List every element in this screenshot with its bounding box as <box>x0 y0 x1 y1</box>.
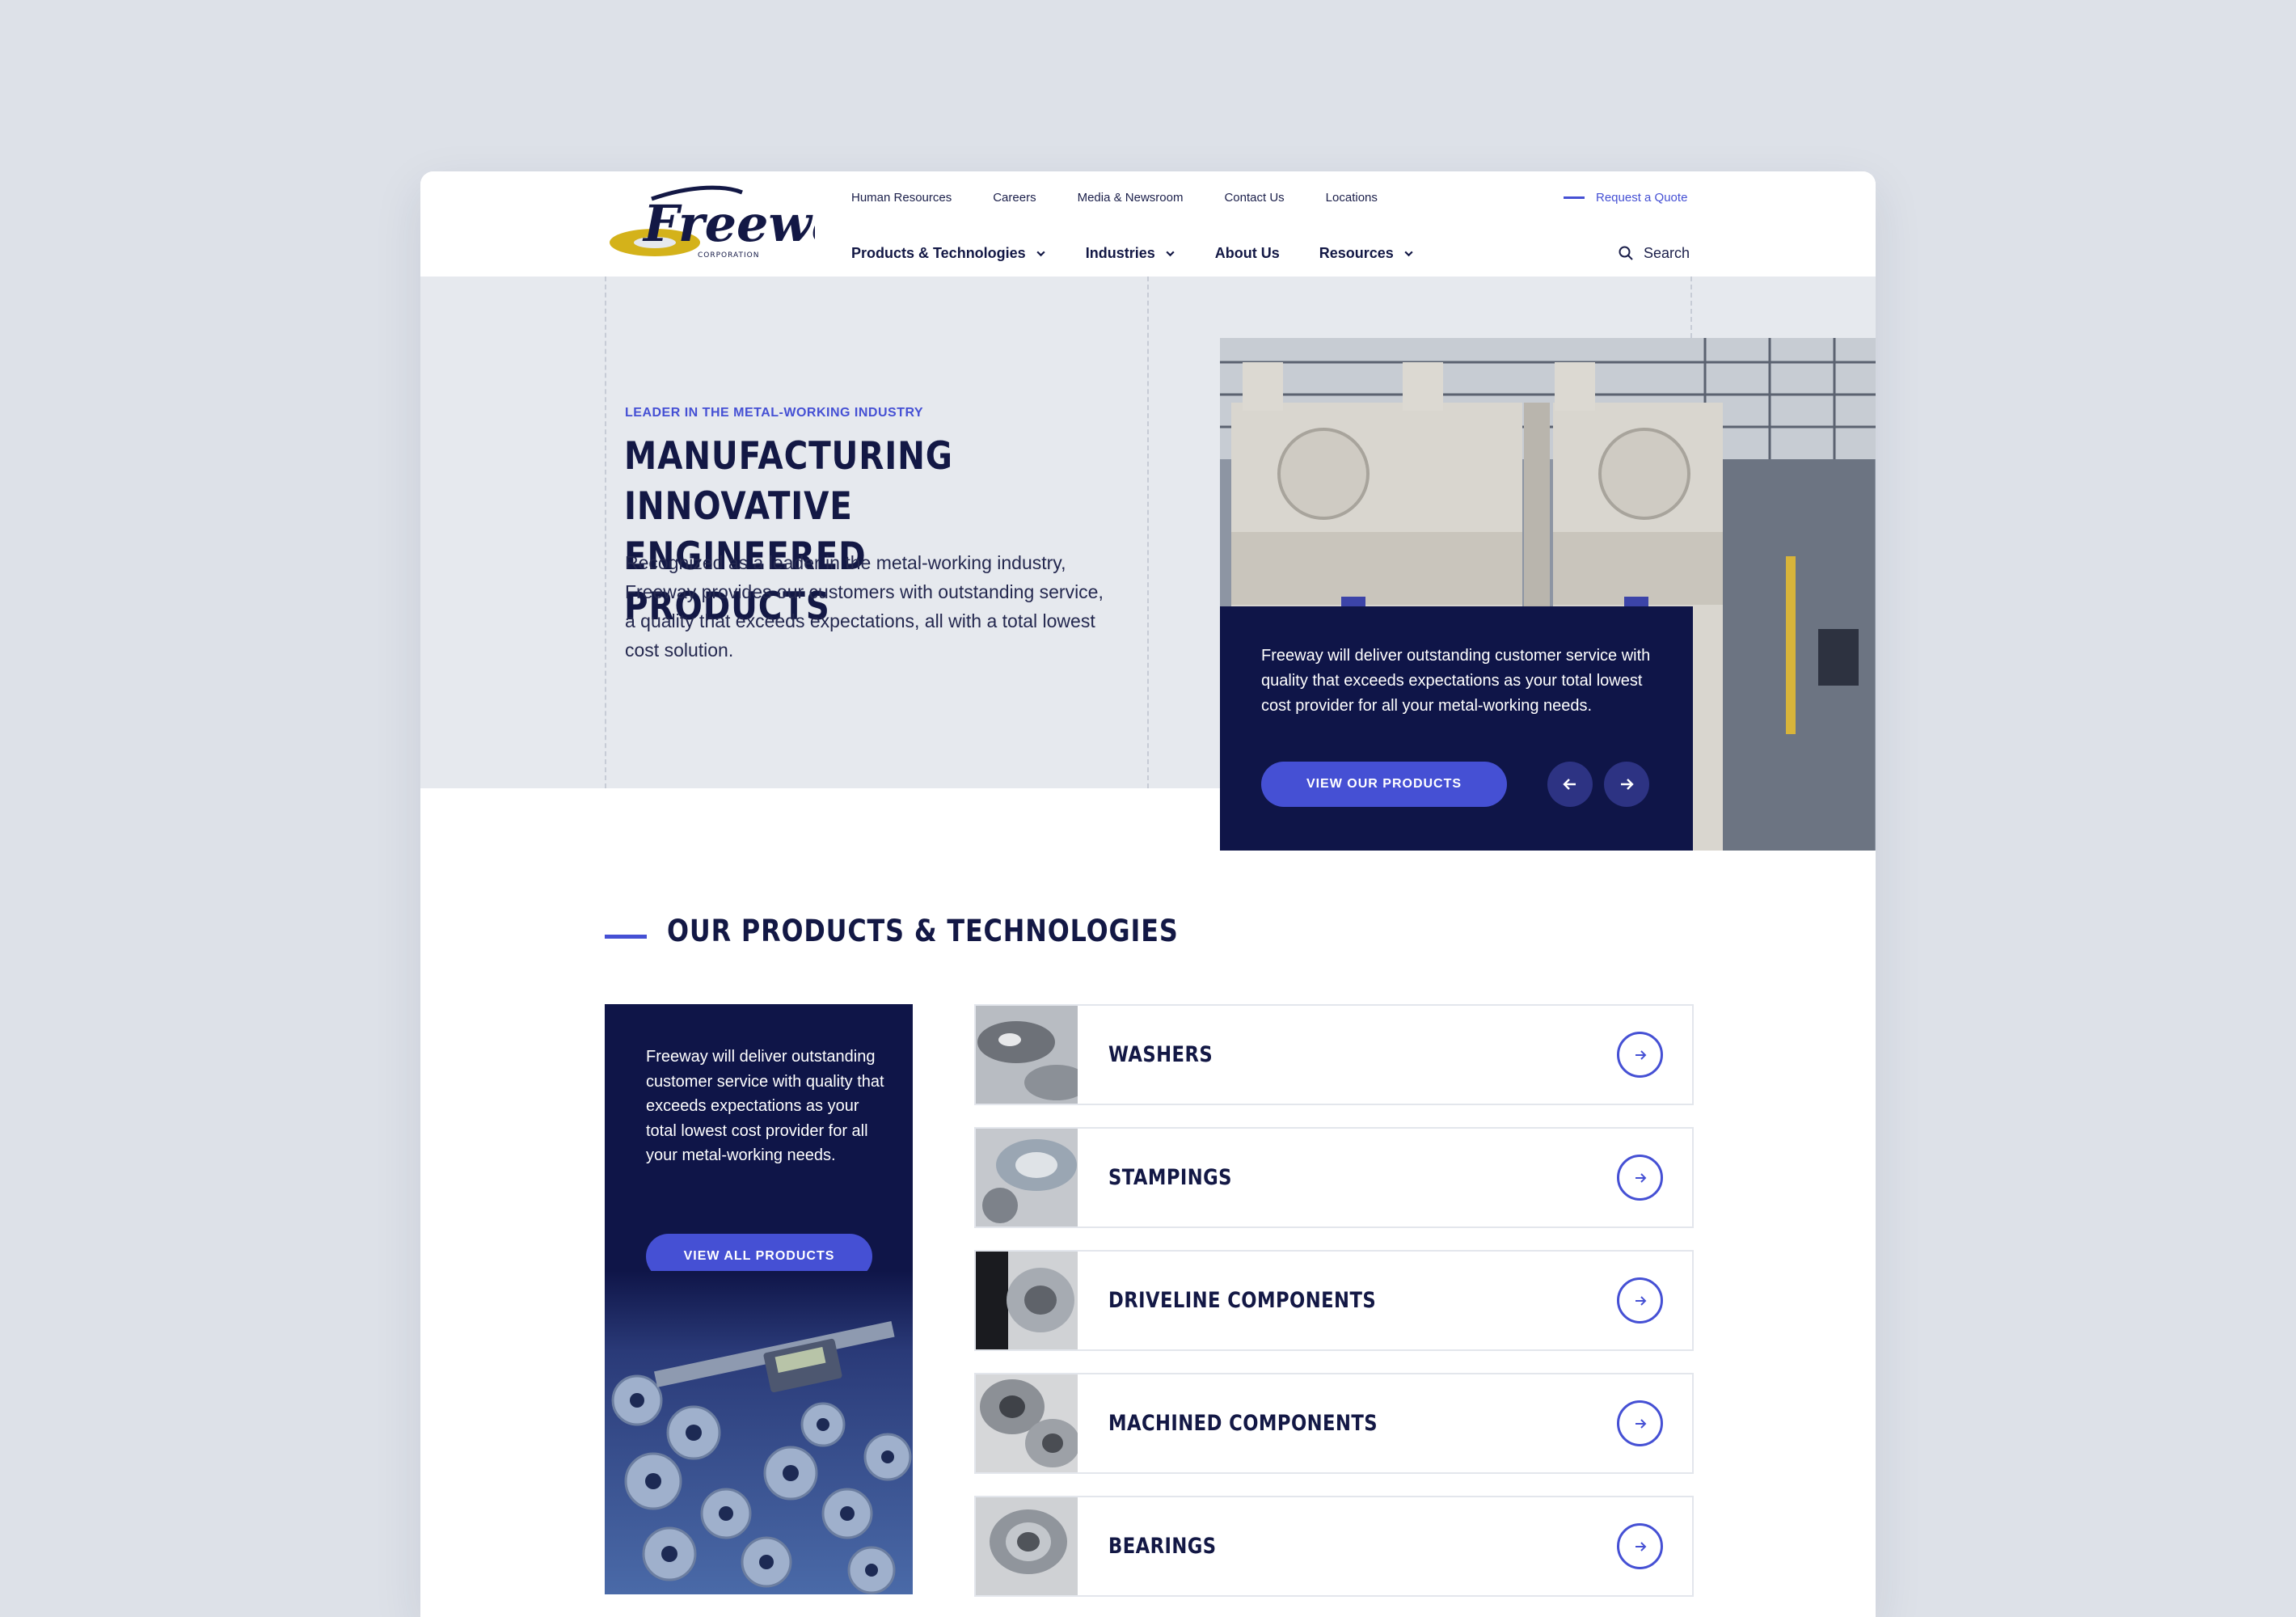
browser-frame: Freeway CORPORATION Human Resources Care… <box>420 171 1876 1617</box>
products-section-title: OUR PRODUCTS & TECHNOLOGIES <box>667 914 1179 948</box>
hero-body: Recognized as a leader in the metal-work… <box>625 552 1104 661</box>
products-promo-card: Freeway will deliver outstanding custome… <box>605 1004 913 1594</box>
product-label: BEARINGS <box>1108 1534 1217 1559</box>
chevron-down-icon <box>1166 251 1175 256</box>
chevron-down-icon <box>1404 251 1413 256</box>
nav-item-industries[interactable]: Industries <box>1086 245 1175 262</box>
util-link-careers[interactable]: Careers <box>993 191 1036 205</box>
promo-text: Freeway will deliver outstanding custome… <box>646 1048 884 1164</box>
nav-item-about-us[interactable]: About Us <box>1215 245 1280 262</box>
chevron-down-icon <box>1036 251 1045 256</box>
arrow-right-icon <box>1635 1172 1646 1183</box>
product-row-bearings[interactable]: BEARINGS <box>974 1496 1694 1597</box>
product-row-driveline-components[interactable]: DRIVELINE COMPONENTS <box>974 1250 1694 1351</box>
grid-guide-line <box>605 277 606 788</box>
product-row-stampings[interactable]: STAMPINGS <box>974 1127 1694 1228</box>
product-row-washers[interactable]: WASHERS <box>974 1004 1694 1105</box>
search-label: Search <box>1644 244 1690 261</box>
carousel-prev-button[interactable] <box>1547 762 1593 807</box>
nav-label: Industries <box>1085 244 1155 261</box>
arrow-right-icon <box>1635 1418 1646 1429</box>
section-accent-line <box>605 935 647 939</box>
main-nav: Products & Technologies Industries About… <box>851 233 1414 273</box>
request-quote-link[interactable]: Request a Quote <box>1564 181 1687 213</box>
search-button[interactable]: Search <box>1618 233 1690 273</box>
nav-item-resources[interactable]: Resources <box>1319 245 1414 262</box>
hero-card: Freeway will deliver outstanding custome… <box>1220 606 1693 851</box>
product-arrow-button[interactable] <box>1617 1277 1663 1324</box>
arrow-right-icon <box>1621 779 1634 790</box>
hero-card-text: Freeway will deliver outstanding custome… <box>1261 647 1651 715</box>
quote-accent-line <box>1564 196 1585 199</box>
hero-eyebrow: LEADER IN THE METAL-WORKING INDUSTRY <box>625 406 924 420</box>
driveline-thumbnail <box>976 1252 1078 1349</box>
util-link-locations[interactable]: Locations <box>1326 191 1378 205</box>
stampings-thumbnail <box>976 1129 1078 1226</box>
util-link-media-newsroom[interactable]: Media & Newsroom <box>1078 191 1184 205</box>
bearings-thumbnail <box>976 1497 1078 1595</box>
nav-label: Products & Technologies <box>851 244 1026 261</box>
util-link-human-resources[interactable]: Human Resources <box>851 191 952 205</box>
washers-caliper-image <box>605 1271 913 1594</box>
product-label: STAMPINGS <box>1108 1165 1232 1190</box>
logo-wordmark: Freeway <box>642 194 815 253</box>
logo-subtext: CORPORATION <box>698 251 759 260</box>
machined-thumbnail <box>976 1374 1078 1472</box>
product-arrow-button[interactable] <box>1617 1523 1663 1569</box>
product-label: DRIVELINE COMPONENTS <box>1108 1288 1377 1313</box>
arrow-left-icon <box>1563 779 1576 790</box>
arrow-right-icon <box>1635 1541 1646 1552</box>
arrow-right-icon <box>1635 1295 1646 1306</box>
site-header: Freeway CORPORATION Human Resources Care… <box>420 171 1876 277</box>
product-label: WASHERS <box>1108 1042 1213 1067</box>
arrow-right-icon <box>1635 1049 1646 1060</box>
product-arrow-button[interactable] <box>1617 1400 1663 1446</box>
request-quote-label: Request a Quote <box>1596 190 1688 205</box>
nav-label: Resources <box>1319 244 1394 261</box>
freeway-logo[interactable]: Freeway CORPORATION <box>605 183 815 273</box>
product-arrow-button[interactable] <box>1617 1032 1663 1078</box>
product-row-machined-components[interactable]: MACHINED COMPONENTS <box>974 1373 1694 1474</box>
grid-guide-line <box>1147 277 1149 788</box>
product-label: MACHINED COMPONENTS <box>1108 1411 1378 1436</box>
washers-thumbnail <box>976 1006 1078 1104</box>
utility-nav: Human Resources Careers Media & Newsroom… <box>851 181 1378 213</box>
grid-guide-line <box>1690 277 1692 338</box>
carousel-next-button[interactable] <box>1604 762 1649 807</box>
nav-label: About Us <box>1214 244 1280 261</box>
search-icon <box>1619 246 1633 260</box>
nav-item-products-technologies[interactable]: Products & Technologies <box>851 245 1046 262</box>
product-arrow-button[interactable] <box>1617 1155 1663 1201</box>
view-our-products-button[interactable]: VIEW OUR PRODUCTS <box>1261 762 1507 807</box>
hero-title-line: MANUFACTURING INNOVATIVE <box>624 434 953 529</box>
util-link-contact-us[interactable]: Contact Us <box>1224 191 1284 205</box>
